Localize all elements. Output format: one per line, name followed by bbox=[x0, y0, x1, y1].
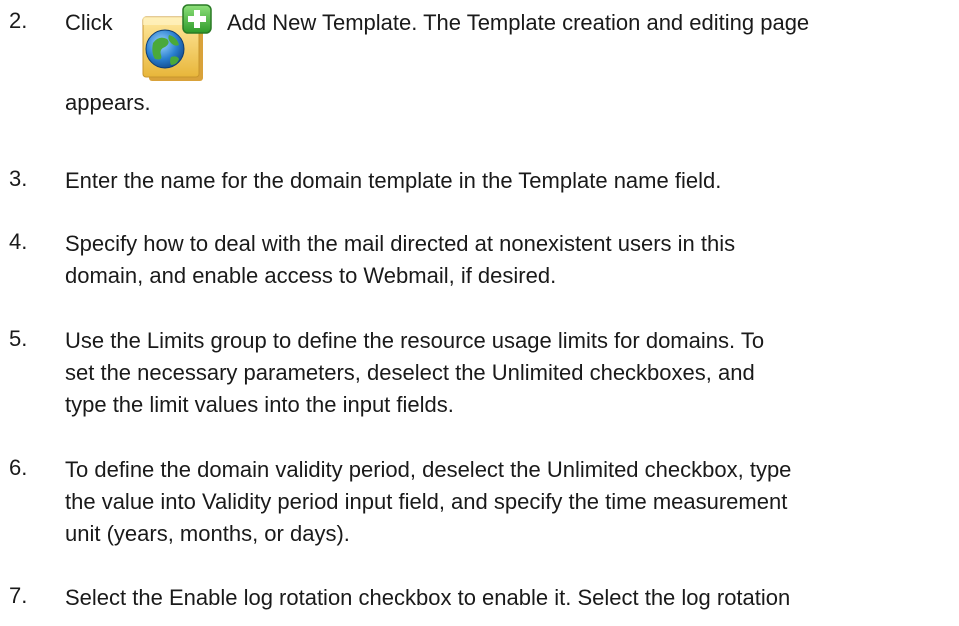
step-text: Use the Limits group to define the resou… bbox=[65, 328, 765, 353]
step-text: appears. bbox=[65, 90, 151, 115]
step-text: Enter the name for the domain template i… bbox=[65, 168, 722, 193]
step-number: 4. bbox=[9, 229, 28, 254]
step-text: Select the Enable log rotation checkbox … bbox=[65, 585, 791, 610]
step-text: Specify how to deal with the mail direct… bbox=[65, 231, 736, 256]
step-text: domain, and enable access to Webmail, if… bbox=[65, 263, 557, 288]
step-number: 5. bbox=[9, 326, 28, 351]
step-text: the value into Validity period input fie… bbox=[65, 489, 788, 514]
step-number: 3. bbox=[9, 166, 28, 191]
step-number: 7. bbox=[9, 583, 28, 608]
step-text: Click bbox=[65, 10, 113, 35]
step-text: unit (years, months, or days). bbox=[65, 521, 350, 546]
step-number: 2. bbox=[9, 8, 28, 33]
step-text: To define the domain validity period, de… bbox=[65, 457, 792, 482]
step-number: 6. bbox=[9, 455, 28, 480]
help-page: { "steps": [ {"number": "2.", "lines": [… bbox=[0, 0, 959, 626]
step-text: type the limit values into the input fie… bbox=[65, 392, 454, 417]
add-new-template-icon[interactable] bbox=[135, 3, 217, 83]
step-text: Add New Template. The Template creation … bbox=[227, 10, 810, 35]
step-text: set the necessary parameters, deselect t… bbox=[65, 360, 755, 385]
